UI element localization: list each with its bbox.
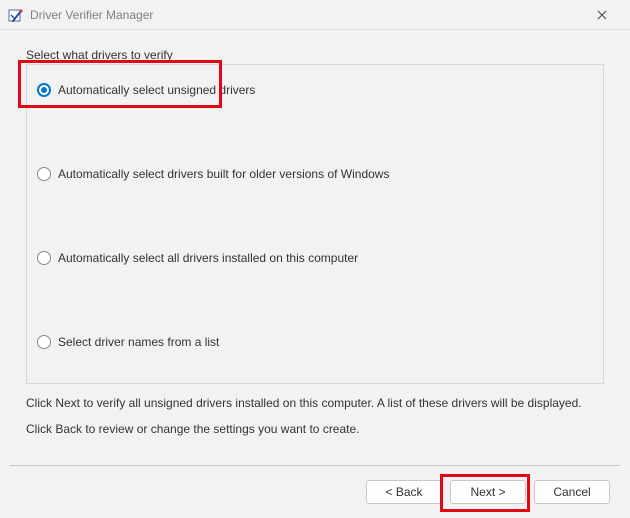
- radio-label: Automatically select unsigned drivers: [58, 83, 255, 97]
- instruction-line-2: Click Back to review or change the setti…: [26, 422, 604, 436]
- radio-icon: [37, 335, 51, 349]
- radio-option-from-list[interactable]: Select driver names from a list: [35, 335, 595, 349]
- cancel-button[interactable]: Cancel: [534, 480, 610, 504]
- radio-label: Automatically select drivers built for o…: [58, 167, 389, 181]
- radio-option-unsigned[interactable]: Automatically select unsigned drivers: [35, 83, 595, 97]
- instructions: Click Next to verify all unsigned driver…: [26, 396, 604, 436]
- radio-label: Select driver names from a list: [58, 335, 219, 349]
- close-button[interactable]: [582, 1, 622, 29]
- radio-icon: [37, 167, 51, 181]
- radio-label: Automatically select all drivers install…: [58, 251, 358, 265]
- next-button[interactable]: Next >: [450, 480, 526, 504]
- instruction-line-1: Click Next to verify all unsigned driver…: [26, 396, 604, 410]
- back-button[interactable]: < Back: [366, 480, 442, 504]
- footer-buttons: < Back Next > Cancel: [10, 465, 620, 504]
- radio-icon: [37, 251, 51, 265]
- titlebar: Driver Verifier Manager: [0, 0, 630, 30]
- window-title: Driver Verifier Manager: [30, 8, 582, 22]
- radio-icon: [37, 83, 51, 97]
- app-icon: [8, 7, 24, 23]
- content-area: Select what drivers to verify Automatica…: [0, 30, 630, 436]
- radio-option-all-drivers[interactable]: Automatically select all drivers install…: [35, 251, 595, 265]
- section-label: Select what drivers to verify: [26, 48, 604, 62]
- radio-option-older-versions[interactable]: Automatically select drivers built for o…: [35, 167, 595, 181]
- options-group: Automatically select unsigned drivers Au…: [26, 64, 604, 384]
